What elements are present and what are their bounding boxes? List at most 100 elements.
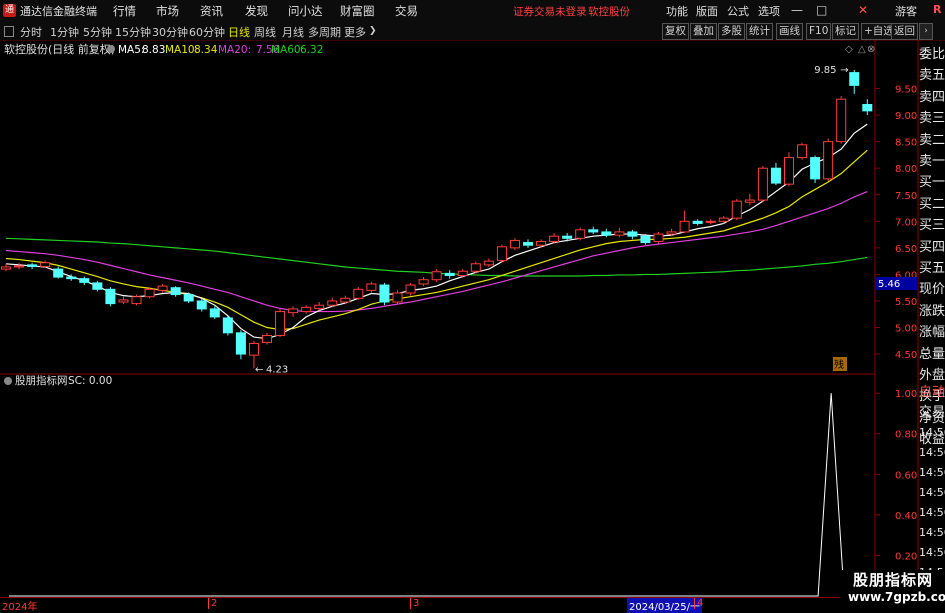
period-5min[interactable]: 5分钟 [83,24,112,40]
menu-formula[interactable]: 公式 [727,3,749,19]
price-tick-label: 5.50 [895,297,917,308]
diamond-icon[interactable]: ◇ [845,44,853,55]
candle [496,244,507,263]
menu-item-quotes[interactable]: 行情 [113,3,136,19]
candle-body [14,265,25,268]
low-price-label: 4.23 [266,364,288,375]
menu-layout[interactable]: 版面 [696,3,718,19]
candle-body [301,306,312,313]
maximize-icon[interactable]: □ [816,3,827,17]
candle [405,282,416,296]
adjust-button[interactable]: 复权 [662,23,689,40]
login-notice[interactable]: 证券交易未登录 [513,4,587,19]
toggle-panel-icon[interactable] [4,26,14,37]
date-label-feb: 2 [208,598,217,609]
multistock-button[interactable]: 多股 [718,23,745,40]
candle [705,219,716,225]
date-cursor-label: 2024/03/25/一 [627,598,703,613]
period-daily[interactable]: 日线 [228,24,250,40]
minimize-icon[interactable]: — [791,3,803,17]
candle [784,152,794,187]
period-weekly[interactable]: 周线 [254,24,276,40]
period-60min[interactable]: 60分钟 [189,24,225,40]
menu-item-wealth[interactable]: 财富圈 [340,3,375,19]
candle-body [235,332,246,355]
candle-body [575,229,586,239]
candle-body [770,167,781,184]
side-panel-tick-item: 14:56 [919,486,945,499]
side-panel-label: 现价 [919,282,945,298]
period-intraday[interactable]: 分时 [20,24,42,40]
mark-button[interactable]: 标记 [832,23,859,40]
side-panel-label: 卖四 [919,89,945,105]
candle-body [523,242,533,246]
candle-body [627,231,638,237]
candle-body [379,284,390,303]
chart-canvas[interactable]: 软控股份(日线 前复权) MA5: 8.83 MA10: 8.34 MA20: … [0,40,945,609]
f10-button[interactable]: F10 [806,23,832,40]
candle-body [144,288,155,298]
back-button[interactable]: 返回 [891,23,918,40]
collapse-icon[interactable]: ⊗ [867,44,875,55]
candle [614,227,625,238]
subchart-tick-label: 0.80 [895,430,917,441]
candle [509,238,520,250]
period-30min[interactable]: 30分钟 [152,24,188,40]
price-tick-label: 7.00 [895,217,917,228]
price-tick-label: 8.00 [895,164,917,175]
period-multi[interactable]: 多周期 [308,24,341,40]
side-panel-tick-item: 14:56 [919,446,945,459]
stock-notice[interactable]: 软控股份 [588,4,630,19]
close-icon[interactable]: ✕ [858,3,868,17]
candle [523,239,533,248]
candle [588,226,599,235]
side-panel-tick-item: 14:56 [919,506,945,519]
candle-body [418,279,429,285]
menu-item-trade[interactable]: 交易 [395,3,418,19]
menu-options[interactable]: 选项 [758,3,780,19]
candle [262,332,272,345]
subchart-settings-icon[interactable] [4,377,12,385]
candle-body [823,141,834,180]
watermark-title: 股朋指标网 [853,571,934,589]
overlay-button[interactable]: 叠加 [690,23,717,40]
menu-item-news[interactable]: 资讯 [200,3,223,19]
period-monthly[interactable]: 月线 [282,24,304,40]
watermark-url: www.7gpzb.com [848,590,945,604]
more-chevron-icon[interactable]: ❯ [369,26,377,36]
side-panel-tick-item: 14:56 [919,546,945,559]
stats-button[interactable]: 统计 [746,23,773,40]
ma20-label: MA20: [218,44,251,56]
candle [862,99,873,116]
menu-item-market[interactable]: 市场 [156,3,179,19]
side-panel-tick-item: 14:56 [919,426,945,439]
side-panel-tick-item: 14:56 [919,526,945,539]
menu-item-discover[interactable]: 发现 [245,3,268,19]
period-1min[interactable]: 1分钟 [50,24,79,40]
subchart-tick-label: 0.20 [895,551,917,562]
candle-body [288,308,299,314]
settings-dot-icon[interactable] [107,45,115,53]
candle [431,269,442,282]
up-triangle-icon[interactable]: △ [858,44,866,55]
candle [53,266,64,279]
stock-marker-glyph: 残 [834,358,844,371]
candle-body [784,157,794,185]
candle [849,69,860,94]
side-panel-label: 买四 [919,239,945,255]
panel-scroll-icon[interactable]: › [919,23,933,40]
candle [575,227,586,241]
user-label[interactable]: 游客 [895,3,917,19]
menu-function[interactable]: 功能 [666,3,688,19]
period-15min[interactable]: 15分钟 [115,24,151,40]
current-price-value: 5.46 [878,279,900,290]
menu-item-ask[interactable]: 问小达 [288,3,323,19]
candle-body [653,233,664,242]
side-panel-tick-item: 交易 [919,405,945,420]
draw-button[interactable]: 画线 [776,23,803,40]
period-more[interactable]: 更多 [344,24,366,40]
candle-body [40,262,51,267]
candle [301,305,312,314]
candle-body [183,294,194,302]
candle-body [353,288,364,299]
